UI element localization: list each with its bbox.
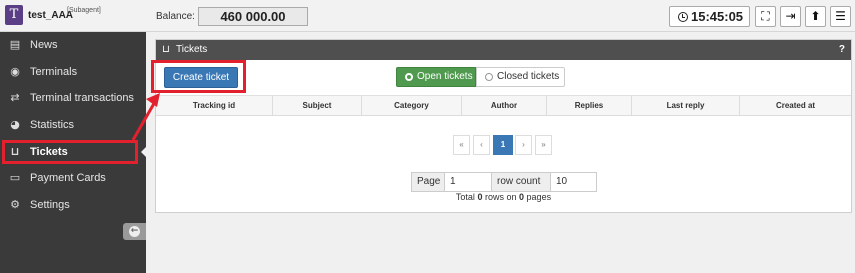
tab-closed-tickets[interactable]: Closed tickets <box>476 67 565 87</box>
sidebar-item-settings[interactable]: ⚙ Settings <box>0 192 146 218</box>
sidebar-item-news[interactable]: ▤ News <box>0 32 146 58</box>
total-pages: 0 <box>519 192 525 202</box>
column-header-created-at[interactable]: Created at <box>739 96 851 116</box>
sidebar-item-label: News <box>30 39 58 51</box>
tickets-highlight-frame <box>2 140 138 164</box>
total-summary: Total 0 rows on 0 pages <box>156 192 851 202</box>
row-count-input[interactable]: 10 <box>550 172 597 192</box>
clock-display: 15:45:05 <box>669 6 750 27</box>
total-mid: rows on <box>484 192 517 202</box>
tab-label: Open tickets <box>417 71 473 82</box>
logout-icon: ⇥ <box>785 9 796 23</box>
menu-button[interactable]: ☰ <box>830 6 851 27</box>
radio-selected-icon <box>405 73 413 81</box>
page-next-button[interactable]: › <box>515 135 532 155</box>
credit-card-icon: ▭ <box>9 171 21 184</box>
panel-header: ⊔ Tickets ? <box>156 40 851 60</box>
radio-unselected-icon <box>485 73 493 81</box>
page-input[interactable]: 1 <box>444 172 492 192</box>
user-role: [Subagent] <box>67 7 101 14</box>
column-header-category[interactable]: Category <box>361 96 461 116</box>
inbox-icon: ⊔ <box>162 44 170 55</box>
page-label: Page <box>411 172 445 192</box>
exchange-icon: ⇄ <box>10 91 20 104</box>
sidebar-item-terminals[interactable]: ◉ Terminals <box>0 59 146 85</box>
fullscreen-button[interactable]: ⛶ <box>755 6 776 27</box>
sidebar: ▤ News ◉ Terminals ⇄ Terminal transactio… <box>0 32 146 273</box>
total-suffix: pages <box>526 192 552 202</box>
app-logo: T <box>5 5 23 25</box>
newspaper-icon: ▤ <box>9 38 21 51</box>
tab-open-tickets[interactable]: Open tickets <box>396 67 476 87</box>
page-last-button[interactable]: » <box>535 135 552 155</box>
clock-icon <box>678 12 688 22</box>
arrow-left-icon: ← <box>129 226 140 237</box>
tab-label: Closed tickets <box>497 71 560 82</box>
scroll-top-button[interactable]: ⬆ <box>805 6 826 27</box>
tickets-panel: ⊔ Tickets ? Create ticket Open tickets C… <box>151 39 852 213</box>
sidebar-item-label: Statistics <box>30 119 75 131</box>
menu-icon: ☰ <box>835 9 846 23</box>
column-header-replies[interactable]: Replies <box>546 96 631 116</box>
gears-icon: ⚙ <box>10 198 20 211</box>
sidebar-item-label: Terminals <box>30 66 78 78</box>
balance-value: 460 000.00 <box>198 7 308 26</box>
logout-button[interactable]: ⇥ <box>780 6 801 27</box>
clock-time: 15:45:05 <box>691 9 744 24</box>
sidebar-item-terminal-transactions[interactable]: ⇄ Terminal transactions <box>0 85 146 111</box>
balance-label: Balance: <box>156 11 195 22</box>
total-rows: 0 <box>477 192 483 202</box>
panel-title: Tickets <box>176 44 208 55</box>
pie-chart-icon: ◕ <box>10 118 20 131</box>
column-header-last-reply[interactable]: Last reply <box>631 96 739 116</box>
row-count-label: row count <box>491 172 551 192</box>
top-bar: T test_AAA [Subagent] Balance: 460 000.0… <box>0 0 855 32</box>
page-prev-button[interactable]: ‹ <box>473 135 490 155</box>
total-prefix: Total <box>455 192 475 202</box>
table-header: Tracking id Subject Category Author Repl… <box>156 95 851 116</box>
sidebar-item-label: Settings <box>30 199 70 211</box>
arrow-up-icon: ⬆ <box>810 9 821 23</box>
sidebar-item-payment-cards[interactable]: ▭ Payment Cards <box>0 165 146 191</box>
sidebar-collapse-button[interactable]: ← <box>123 223 146 240</box>
help-button[interactable]: ? <box>839 40 845 60</box>
page-current-button[interactable]: 1 <box>493 135 513 155</box>
column-header-subject[interactable]: Subject <box>272 96 361 116</box>
sidebar-item-label: Payment Cards <box>30 172 106 184</box>
column-header-tracking-id[interactable]: Tracking id <box>156 96 272 116</box>
create-ticket-highlight-frame <box>151 60 246 93</box>
column-header-author[interactable]: Author <box>461 96 546 116</box>
fullscreen-icon: ⛶ <box>761 9 770 23</box>
gamepad-icon: ◉ <box>10 65 20 78</box>
sidebar-item-statistics[interactable]: ◕ Statistics <box>0 112 146 138</box>
page-first-button[interactable]: « <box>453 135 470 155</box>
sidebar-item-label: Terminal transactions <box>30 92 134 104</box>
